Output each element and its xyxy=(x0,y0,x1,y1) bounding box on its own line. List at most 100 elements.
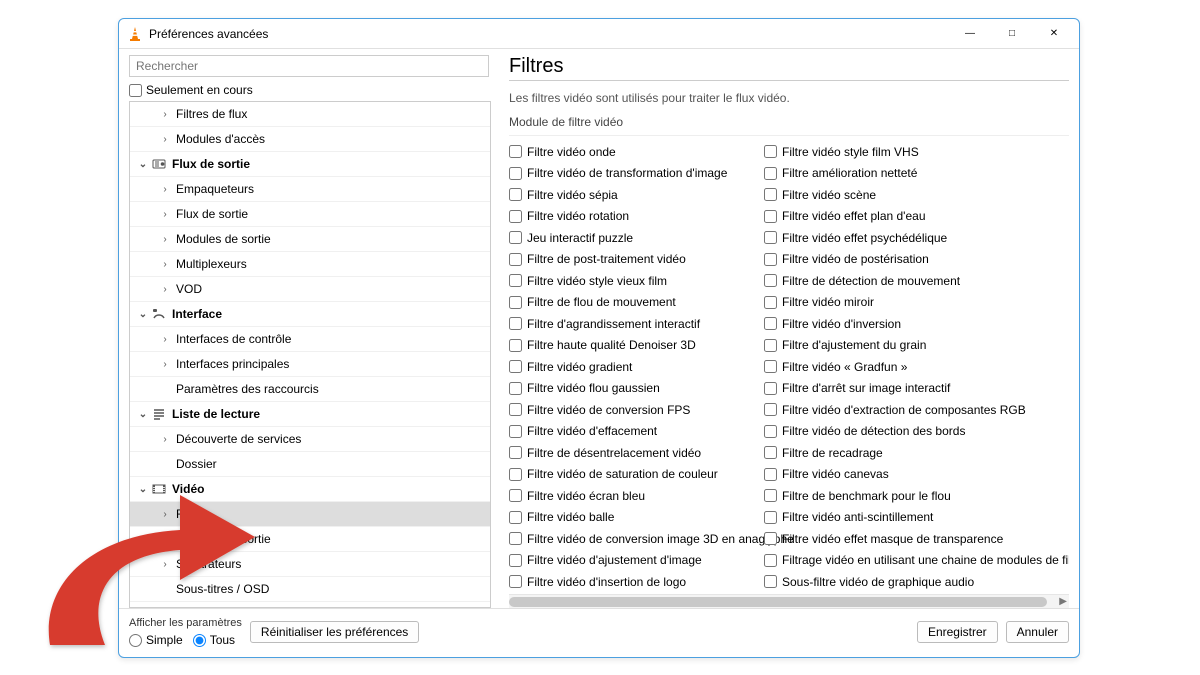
checkbox-input[interactable] xyxy=(764,403,777,416)
checkbox-input[interactable] xyxy=(764,468,777,481)
checkbox-input[interactable] xyxy=(509,360,522,373)
filter-checkbox[interactable]: Filtre de recadrage xyxy=(764,443,1054,463)
tree-item[interactable]: ›Interfaces principales xyxy=(130,352,490,377)
filter-checkbox[interactable]: Sous-filtre vidéo de graphique audio xyxy=(764,572,1054,590)
checkbox-input[interactable] xyxy=(509,253,522,266)
checkbox-input[interactable] xyxy=(509,188,522,201)
save-button[interactable]: Enregistrer xyxy=(917,621,998,643)
checkbox-input[interactable] xyxy=(764,382,777,395)
checkbox-input[interactable] xyxy=(764,253,777,266)
filter-checkbox[interactable]: Filtre vidéo effet plan d'eau xyxy=(764,207,1054,227)
filter-checkbox[interactable]: Filtre vidéo de transformation d'image xyxy=(509,164,764,184)
filter-checkbox[interactable]: Filtre amélioration netteté xyxy=(764,164,1054,184)
radio-all[interactable]: Tous xyxy=(193,633,235,647)
checkbox-input[interactable] xyxy=(764,296,777,309)
filter-checkbox[interactable]: Filtre vidéo balle xyxy=(509,508,764,528)
radio-simple[interactable]: Simple xyxy=(129,633,183,647)
filter-checkbox[interactable]: Filtre vidéo effet masque de transparenc… xyxy=(764,529,1054,549)
checkbox-input[interactable] xyxy=(509,145,522,158)
filter-checkbox[interactable]: Filtre vidéo gradient xyxy=(509,357,764,377)
checkbox-input[interactable] xyxy=(764,145,777,158)
filter-checkbox[interactable]: Filtre vidéo de détection des bords xyxy=(764,422,1054,442)
tree-item[interactable]: ›Modules de sortie xyxy=(130,227,490,252)
filter-checkbox[interactable]: Filtre haute qualité Denoiser 3D xyxy=(509,336,764,356)
tree-item[interactable]: ›Filtres de flux xyxy=(130,102,490,127)
checkbox-input[interactable] xyxy=(509,167,522,180)
filter-checkbox[interactable]: Filtre d'ajustement du grain xyxy=(764,336,1054,356)
checkbox-input[interactable] xyxy=(764,274,777,287)
filter-checkbox[interactable]: Filtre vidéo miroir xyxy=(764,293,1054,313)
checkbox-input[interactable] xyxy=(509,231,522,244)
horizontal-scrollbar[interactable]: ▶ xyxy=(509,594,1069,608)
checkbox-input[interactable] xyxy=(764,575,777,588)
checkbox-input[interactable] xyxy=(764,425,777,438)
filter-checkbox[interactable]: Filtre vidéo scène xyxy=(764,185,1054,205)
filter-checkbox[interactable]: Filtre vidéo d'ajustement d'image xyxy=(509,551,764,571)
checkbox-input[interactable] xyxy=(764,532,777,545)
only-current-checkbox[interactable] xyxy=(129,84,142,97)
filter-checkbox[interactable]: Filtre vidéo style vieux film xyxy=(509,271,764,291)
tree-item[interactable]: ›Interfaces de contrôle xyxy=(130,327,490,352)
tree-category[interactable]: ⌄Interface xyxy=(130,302,490,327)
tree-category[interactable]: ⌄Vidéo xyxy=(130,477,490,502)
filter-checkbox[interactable]: Filtre vidéo d'insertion de logo xyxy=(509,572,764,590)
close-button[interactable]: ✕ xyxy=(1033,20,1075,48)
filter-checkbox[interactable]: Jeu interactif puzzle xyxy=(509,228,764,248)
filter-checkbox[interactable]: Filtre d'arrêt sur image interactif xyxy=(764,379,1054,399)
tree-item[interactable]: Sous-titres / OSD xyxy=(130,577,490,602)
tree-item[interactable]: ›Multiplexeurs xyxy=(130,252,490,277)
filter-checkbox[interactable]: Filtre vidéo rotation xyxy=(509,207,764,227)
checkbox-input[interactable] xyxy=(764,446,777,459)
search-input[interactable] xyxy=(129,55,489,77)
checkbox-input[interactable] xyxy=(509,296,522,309)
category-tree[interactable]: ›Filtres de flux›Modules d'accès⌄Flux de… xyxy=(129,101,491,608)
filter-checkbox[interactable]: Filtre vidéo « Gradfun » xyxy=(764,357,1054,377)
checkbox-input[interactable] xyxy=(764,489,777,502)
filter-checkbox[interactable]: Filtre vidéo style film VHS xyxy=(764,142,1054,162)
cancel-button[interactable]: Annuler xyxy=(1006,621,1069,643)
filter-checkbox[interactable]: Filtre de détection de mouvement xyxy=(764,271,1054,291)
tree-category[interactable]: ⌄Liste de lecture xyxy=(130,402,490,427)
tree-item[interactable]: ›Empaqueteurs xyxy=(130,177,490,202)
checkbox-input[interactable] xyxy=(764,339,777,352)
checkbox-input[interactable] xyxy=(509,210,522,223)
checkbox-input[interactable] xyxy=(509,317,522,330)
checkbox-input[interactable] xyxy=(509,575,522,588)
minimize-button[interactable]: — xyxy=(949,20,991,48)
filter-checkbox[interactable]: Filtre vidéo d'extraction de composantes… xyxy=(764,400,1054,420)
checkbox-input[interactable] xyxy=(509,468,522,481)
tree-item[interactable]: ›Filtres xyxy=(130,502,490,527)
tree-category[interactable]: ⌄Flux de sortie xyxy=(130,152,490,177)
tree-item[interactable]: ›Séparateurs xyxy=(130,552,490,577)
filter-checkbox[interactable]: Filtre vidéo de postérisation xyxy=(764,250,1054,270)
checkbox-input[interactable] xyxy=(509,339,522,352)
tree-item[interactable]: ›Découverte de services xyxy=(130,427,490,452)
tree-item[interactable]: ›Modules d'accès xyxy=(130,127,490,152)
filter-checkbox[interactable]: Filtre d'agrandissement interactif xyxy=(509,314,764,334)
checkbox-input[interactable] xyxy=(509,446,522,459)
filter-checkbox[interactable]: Filtre vidéo sépia xyxy=(509,185,764,205)
checkbox-input[interactable] xyxy=(764,360,777,373)
filter-checkbox[interactable]: Filtre vidéo de saturation de couleur xyxy=(509,465,764,485)
checkbox-input[interactable] xyxy=(764,554,777,567)
checkbox-input[interactable] xyxy=(509,554,522,567)
checkbox-input[interactable] xyxy=(764,188,777,201)
filter-checkbox[interactable]: Filtre vidéo canevas xyxy=(764,465,1054,485)
checkbox-input[interactable] xyxy=(764,511,777,524)
tree-item[interactable]: ›Flux de sortie xyxy=(130,202,490,227)
filter-checkbox[interactable]: Filtre de post-traitement vidéo xyxy=(509,250,764,270)
filter-checkbox[interactable]: Filtre vidéo anti-scintillement xyxy=(764,508,1054,528)
filter-checkbox[interactable]: Filtre de désentrelacement vidéo xyxy=(509,443,764,463)
filter-checkbox[interactable]: Filtre vidéo d'effacement xyxy=(509,422,764,442)
checkbox-input[interactable] xyxy=(509,489,522,502)
tree-item[interactable]: ›Modules de sortie xyxy=(130,527,490,552)
checkbox-input[interactable] xyxy=(509,511,522,524)
checkbox-input[interactable] xyxy=(509,382,522,395)
checkbox-input[interactable] xyxy=(509,274,522,287)
checkbox-input[interactable] xyxy=(764,210,777,223)
filter-checkbox[interactable]: Filtre de benchmark pour le flou xyxy=(764,486,1054,506)
filter-checkbox[interactable]: Filtre vidéo effet psychédélique xyxy=(764,228,1054,248)
filter-checkbox[interactable]: Filtre de flou de mouvement xyxy=(509,293,764,313)
filter-checkbox[interactable]: Filtre vidéo onde xyxy=(509,142,764,162)
tree-item[interactable]: Paramètres des raccourcis xyxy=(130,377,490,402)
